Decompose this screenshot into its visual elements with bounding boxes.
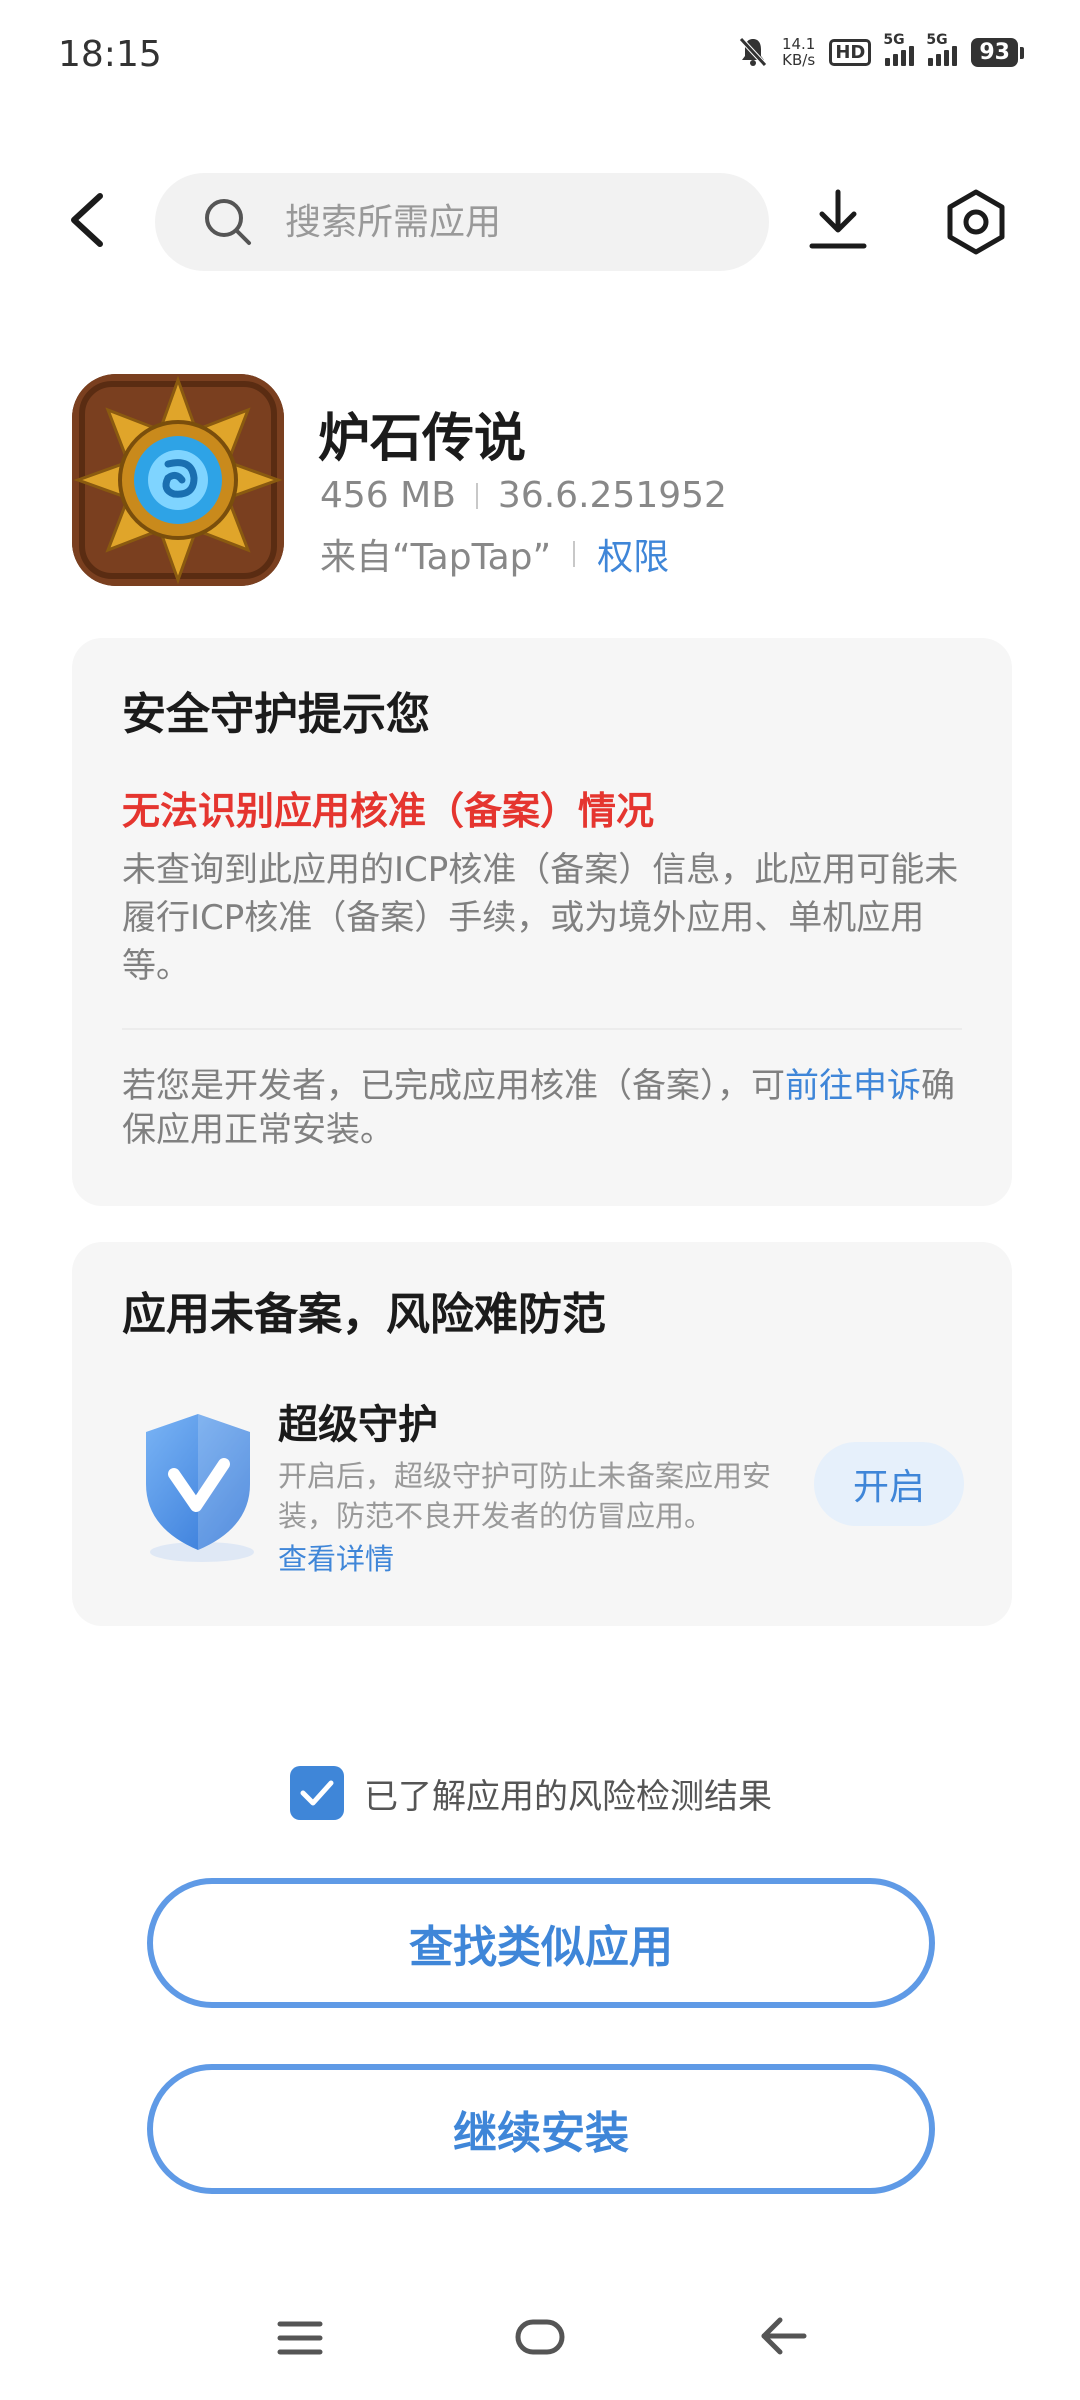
app-name: 炉石传说 [318,409,527,469]
bell-muted-icon [739,37,767,67]
search-input[interactable] [285,201,745,243]
back-arrow-icon[interactable] [758,2314,808,2358]
app-source-row: 来自“TapTap” 权限 [320,528,669,580]
developer-note-prefix: 若您是开发者，已完成应用核准（备案），可 [122,1066,785,1106]
status-icons: 14.1 KB/s HD 5G 5G 93 [738,32,1024,68]
battery-indicator: 93 [971,37,1024,67]
app-icon [72,374,284,586]
menu-icon[interactable] [276,2318,324,2358]
net-speed-unit: KB/s [782,51,816,69]
net-speed: 14.1 KB/s [782,36,815,68]
signal-label-2: 5G [926,32,948,48]
risk-card-title: 应用未备案，风险难防范 [122,1289,606,1340]
signal-icon: 5G [883,32,915,66]
acknowledge-checkbox[interactable] [290,1766,344,1820]
install-risk-page: 18:15 14.1 KB/s HD 5G 5G 93 搜索所需应用 炉石传说 … [0,0,1080,2400]
download-icon[interactable] [808,188,868,252]
icp-description: 未查询到此应用的ICP核准（备案）信息，此应用可能未履行ICP核准（备案）手续，… [122,850,959,986]
app-source: 来自“TapTap” [320,537,552,578]
developer-note: 若您是开发者，已完成应用核准（备案），可前往申诉确保应用正常安装。 [122,1064,962,1152]
checkmark-icon [300,1780,334,1806]
back-button[interactable] [62,190,112,250]
find-similar-apps-button[interactable]: 查找类似应用 [147,1878,935,2008]
appeal-link[interactable]: 前往申诉 [785,1066,921,1106]
acknowledge-label: 已了解应用的风险检测结果 [364,1776,772,1817]
permissions-link[interactable]: 权限 [597,528,669,580]
super-guard-title: 超级守护 [278,1402,438,1448]
status-time: 18:15 [58,34,162,75]
hd-badge: HD [829,38,872,66]
icp-warning: 无法识别应用核准（备案）情况 [122,789,655,833]
search-bar[interactable] [155,173,769,271]
home-icon[interactable] [514,2318,566,2356]
security-card-title: 安全守护提示您 [122,689,430,740]
app-version: 36.6.251952 [497,475,727,516]
enable-button[interactable]: 开启 [814,1442,964,1526]
risk-card: 应用未备案，风险难防范 超级守护 开启后，超级守护可防止未备案应用安装，防范不良… [72,1242,1012,1626]
view-details-link[interactable]: 查看详情 [278,1536,394,1578]
app-size: 456 MB [320,475,456,516]
continue-install-button[interactable]: 继续安装 [147,2064,935,2194]
acknowledge-row[interactable]: 已了解应用的风险检测结果 [290,1766,772,1820]
shield-icon [146,1414,254,1562]
card-divider [122,1028,962,1030]
search-icon [205,199,251,245]
net-speed-value: 14.1 [781,35,816,53]
signal-label: 5G [883,32,905,48]
gear-icon[interactable] [944,188,1008,256]
super-guard-description: 开启后，超级守护可防止未备案应用安装，防范不良开发者的仿冒应用。 [278,1459,772,1533]
app-meta: 456 MB 36.6.251952 [320,475,727,516]
hearthstone-logo-icon [72,374,284,586]
meta-divider [475,482,478,509]
source-divider [573,541,576,567]
security-notice-card: 安全守护提示您 无法识别应用核准（备案）情况 未查询到此应用的ICP核准（备案）… [72,638,1012,1206]
signal-icon-2: 5G [926,32,958,66]
